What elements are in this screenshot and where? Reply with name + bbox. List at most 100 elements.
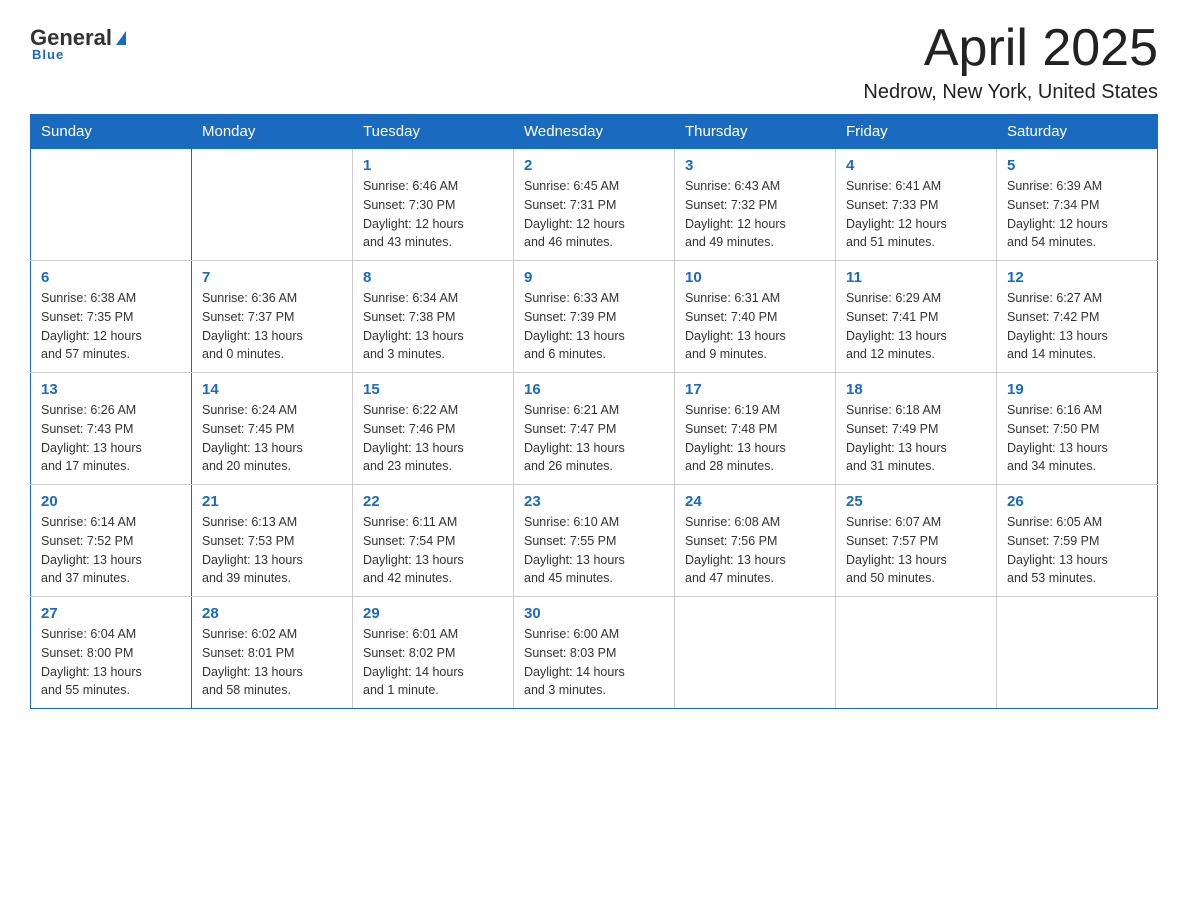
day-number: 28 [202, 605, 342, 622]
header-saturday: Saturday [997, 115, 1158, 149]
day-number: 2 [524, 157, 664, 174]
calendar-cell: 25 Sunrise: 6:07 AM Sunset: 7:57 PM Dayli… [836, 485, 997, 597]
calendar-cell: 11 Sunrise: 6:29 AM Sunset: 7:41 PM Dayli… [836, 261, 997, 373]
calendar-cell: 9 Sunrise: 6:33 AM Sunset: 7:39 PM Daylig… [514, 261, 675, 373]
day-info: Sunrise: 6:43 AM Sunset: 7:32 PM Dayligh… [685, 177, 825, 252]
calendar-cell: 14 Sunrise: 6:24 AM Sunset: 7:45 PM Dayli… [192, 373, 353, 485]
day-info: Sunrise: 6:33 AM Sunset: 7:39 PM Dayligh… [524, 289, 664, 364]
calendar-cell: 6 Sunrise: 6:38 AM Sunset: 7:35 PM Daylig… [31, 261, 192, 373]
day-info: Sunrise: 6:34 AM Sunset: 7:38 PM Dayligh… [363, 289, 503, 364]
day-info: Sunrise: 6:45 AM Sunset: 7:31 PM Dayligh… [524, 177, 664, 252]
day-number: 1 [363, 157, 503, 174]
day-number: 18 [846, 381, 986, 398]
day-number: 16 [524, 381, 664, 398]
day-number: 4 [846, 157, 986, 174]
day-info: Sunrise: 6:31 AM Sunset: 7:40 PM Dayligh… [685, 289, 825, 364]
day-number: 19 [1007, 381, 1147, 398]
day-number: 6 [41, 269, 181, 286]
calendar-cell: 21 Sunrise: 6:13 AM Sunset: 7:53 PM Dayli… [192, 485, 353, 597]
calendar-cell [997, 597, 1158, 709]
day-number: 17 [685, 381, 825, 398]
day-number: 8 [363, 269, 503, 286]
day-info: Sunrise: 6:02 AM Sunset: 8:01 PM Dayligh… [202, 625, 342, 700]
day-number: 5 [1007, 157, 1147, 174]
calendar-cell: 28 Sunrise: 6:02 AM Sunset: 8:01 PM Dayli… [192, 597, 353, 709]
header-friday: Friday [836, 115, 997, 149]
calendar-week-2: 6 Sunrise: 6:38 AM Sunset: 7:35 PM Daylig… [31, 261, 1158, 373]
calendar-header-row: SundayMondayTuesdayWednesdayThursdayFrid… [31, 115, 1158, 149]
header-sunday: Sunday [31, 115, 192, 149]
day-info: Sunrise: 6:22 AM Sunset: 7:46 PM Dayligh… [363, 401, 503, 476]
calendar-cell: 27 Sunrise: 6:04 AM Sunset: 8:00 PM Dayli… [31, 597, 192, 709]
day-number: 26 [1007, 493, 1147, 510]
calendar-cell: 23 Sunrise: 6:10 AM Sunset: 7:55 PM Dayli… [514, 485, 675, 597]
day-info: Sunrise: 6:10 AM Sunset: 7:55 PM Dayligh… [524, 513, 664, 588]
calendar-cell: 15 Sunrise: 6:22 AM Sunset: 7:46 PM Dayli… [353, 373, 514, 485]
logo-triangle-icon [116, 31, 126, 45]
page-header: General Blue April 2025 Nedrow, New York… [30, 20, 1158, 104]
calendar-week-1: 1 Sunrise: 6:46 AM Sunset: 7:30 PM Daylig… [31, 149, 1158, 261]
day-info: Sunrise: 6:11 AM Sunset: 7:54 PM Dayligh… [363, 513, 503, 588]
day-info: Sunrise: 6:26 AM Sunset: 7:43 PM Dayligh… [41, 401, 181, 476]
calendar-title: April 2025 [863, 20, 1158, 77]
calendar-cell: 4 Sunrise: 6:41 AM Sunset: 7:33 PM Daylig… [836, 149, 997, 261]
day-info: Sunrise: 6:13 AM Sunset: 7:53 PM Dayligh… [202, 513, 342, 588]
header-monday: Monday [192, 115, 353, 149]
header-wednesday: Wednesday [514, 115, 675, 149]
day-number: 10 [685, 269, 825, 286]
calendar-week-3: 13Sunrise: 6:26 AM Sunset: 7:43 PM Dayli… [31, 373, 1158, 485]
day-number: 27 [41, 605, 181, 622]
header-thursday: Thursday [675, 115, 836, 149]
day-info: Sunrise: 6:04 AM Sunset: 8:00 PM Dayligh… [41, 625, 181, 700]
day-info: Sunrise: 6:14 AM Sunset: 7:52 PM Dayligh… [41, 513, 181, 588]
calendar-cell: 18 Sunrise: 6:18 AM Sunset: 7:49 PM Dayli… [836, 373, 997, 485]
calendar-cell [836, 597, 997, 709]
day-number: 3 [685, 157, 825, 174]
day-info: Sunrise: 6:01 AM Sunset: 8:02 PM Dayligh… [363, 625, 503, 700]
day-info: Sunrise: 6:19 AM Sunset: 7:48 PM Dayligh… [685, 401, 825, 476]
calendar-subtitle: Nedrow, New York, United States [863, 81, 1158, 104]
day-number: 11 [846, 269, 986, 286]
day-info: Sunrise: 6:21 AM Sunset: 7:47 PM Dayligh… [524, 401, 664, 476]
calendar-week-5: 27 Sunrise: 6:04 AM Sunset: 8:00 PM Dayli… [31, 597, 1158, 709]
calendar-cell: 22Sunrise: 6:11 AM Sunset: 7:54 PM Dayli… [353, 485, 514, 597]
day-number: 29 [363, 605, 503, 622]
day-info: Sunrise: 6:16 AM Sunset: 7:50 PM Dayligh… [1007, 401, 1147, 476]
day-info: Sunrise: 6:27 AM Sunset: 7:42 PM Dayligh… [1007, 289, 1147, 364]
calendar-cell [192, 149, 353, 261]
calendar-cell: 10 Sunrise: 6:31 AM Sunset: 7:40 PM Dayli… [675, 261, 836, 373]
day-number: 9 [524, 269, 664, 286]
day-info: Sunrise: 6:18 AM Sunset: 7:49 PM Dayligh… [846, 401, 986, 476]
day-info: Sunrise: 6:41 AM Sunset: 7:33 PM Dayligh… [846, 177, 986, 252]
day-info: Sunrise: 6:46 AM Sunset: 7:30 PM Dayligh… [363, 177, 503, 252]
day-info: Sunrise: 6:07 AM Sunset: 7:57 PM Dayligh… [846, 513, 986, 588]
day-number: 7 [202, 269, 342, 286]
calendar-cell [675, 597, 836, 709]
day-info: Sunrise: 6:00 AM Sunset: 8:03 PM Dayligh… [524, 625, 664, 700]
day-info: Sunrise: 6:29 AM Sunset: 7:41 PM Dayligh… [846, 289, 986, 364]
title-section: April 2025 Nedrow, New York, United Stat… [863, 20, 1158, 104]
day-number: 23 [524, 493, 664, 510]
day-info: Sunrise: 6:24 AM Sunset: 7:45 PM Dayligh… [202, 401, 342, 476]
day-info: Sunrise: 6:38 AM Sunset: 7:35 PM Dayligh… [41, 289, 181, 364]
day-number: 21 [202, 493, 342, 510]
day-number: 25 [846, 493, 986, 510]
day-number: 15 [363, 381, 503, 398]
day-info: Sunrise: 6:08 AM Sunset: 7:56 PM Dayligh… [685, 513, 825, 588]
calendar-cell: 12Sunrise: 6:27 AM Sunset: 7:42 PM Dayli… [997, 261, 1158, 373]
day-number: 14 [202, 381, 342, 398]
calendar-cell: 8 Sunrise: 6:34 AM Sunset: 7:38 PM Daylig… [353, 261, 514, 373]
day-info: Sunrise: 6:36 AM Sunset: 7:37 PM Dayligh… [202, 289, 342, 364]
calendar-cell: 19 Sunrise: 6:16 AM Sunset: 7:50 PM Dayli… [997, 373, 1158, 485]
day-info: Sunrise: 6:39 AM Sunset: 7:34 PM Dayligh… [1007, 177, 1147, 252]
day-number: 30 [524, 605, 664, 622]
calendar-cell: 30 Sunrise: 6:00 AM Sunset: 8:03 PM Dayli… [514, 597, 675, 709]
calendar-week-4: 20Sunrise: 6:14 AM Sunset: 7:52 PM Dayli… [31, 485, 1158, 597]
calendar-cell: 24Sunrise: 6:08 AM Sunset: 7:56 PM Dayli… [675, 485, 836, 597]
calendar-cell: 1 Sunrise: 6:46 AM Sunset: 7:30 PM Daylig… [353, 149, 514, 261]
calendar-cell: 17 Sunrise: 6:19 AM Sunset: 7:48 PM Dayli… [675, 373, 836, 485]
calendar-cell: 3 Sunrise: 6:43 AM Sunset: 7:32 PM Daylig… [675, 149, 836, 261]
day-info: Sunrise: 6:05 AM Sunset: 7:59 PM Dayligh… [1007, 513, 1147, 588]
logo: General Blue [30, 20, 126, 62]
header-tuesday: Tuesday [353, 115, 514, 149]
